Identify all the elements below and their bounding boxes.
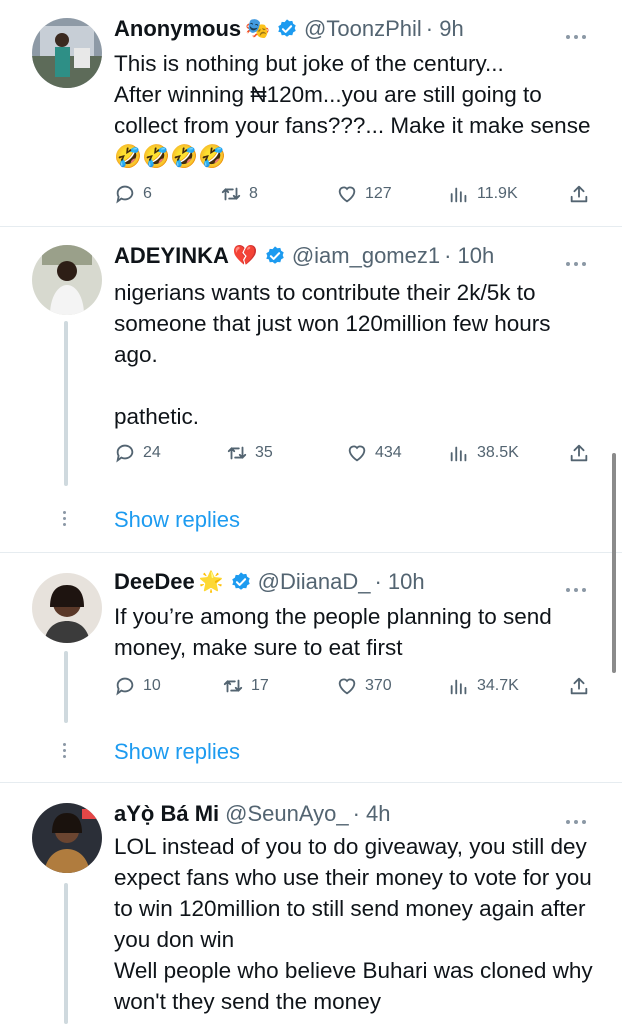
name-emoji: 🎭	[245, 18, 271, 40]
avatar[interactable]	[32, 573, 102, 643]
retweet-icon	[221, 187, 241, 201]
like-count: 434	[375, 444, 402, 461]
retweet-button[interactable]: 17	[222, 675, 269, 697]
share-icon	[570, 444, 588, 462]
author-name[interactable]: DeeDee	[114, 569, 195, 595]
views-count: 38.5K	[477, 444, 519, 461]
tweet-text: LOL instead of you to do giveaway, you s…	[114, 834, 593, 1014]
retweet-count: 8	[249, 185, 258, 202]
tweet-actions: 10 17 370 34.7K	[114, 675, 594, 701]
show-replies-link[interactable]: Show replies	[114, 507, 240, 533]
views-count: 11.9K	[477, 185, 518, 202]
reply-button[interactable]: 24	[114, 442, 161, 464]
more-options-icon[interactable]	[566, 253, 590, 266]
author-handle[interactable]: @SeunAyo_	[225, 801, 348, 827]
reply-count: 6	[143, 185, 152, 202]
more-options-icon[interactable]	[566, 579, 590, 592]
tweet-4[interactable]: aYọ̀ Bá Mi @SeunAyo_ · 4h LOL instead of…	[0, 783, 622, 1024]
more-options-icon[interactable]	[566, 811, 590, 824]
author-name[interactable]: Anonymous	[114, 16, 241, 42]
share-icon	[570, 185, 588, 203]
views-button[interactable]: 38.5K	[448, 442, 519, 464]
thread-line	[64, 883, 68, 1024]
reply-button[interactable]: 6	[114, 183, 152, 205]
tweet-3[interactable]: DeeDee 🌟 @DiianaD_ · 10h If you’re among…	[0, 553, 622, 781]
verified-badge-icon	[231, 572, 250, 590]
tweet-time[interactable]: · 10h	[444, 243, 494, 269]
avatar[interactable]	[32, 245, 102, 315]
views-count: 34.7K	[477, 677, 519, 694]
like-count: 127	[365, 185, 392, 202]
show-replies-link[interactable]: Show replies	[114, 739, 240, 765]
author-handle[interactable]: @iam_gomez1	[292, 243, 440, 269]
reply-icon	[116, 185, 134, 204]
tweet-text: If you’re among the people planning to s…	[114, 604, 559, 660]
tweet-text: This is nothing but joke of the century.…	[114, 51, 591, 169]
tweet-time[interactable]: · 10h	[374, 569, 424, 595]
retweet-count: 35	[255, 444, 273, 461]
share-button[interactable]	[568, 442, 590, 464]
tweet-2[interactable]: ADEYINKA 💔 @iam_gomez1 · 10h nigerians w…	[0, 227, 622, 551]
thread-dots	[63, 511, 67, 529]
retweet-icon	[227, 446, 247, 460]
views-icon	[450, 679, 467, 695]
reply-icon	[116, 444, 134, 463]
views-icon	[450, 446, 467, 462]
retweet-button[interactable]: 35	[226, 442, 273, 464]
views-button[interactable]: 34.7K	[448, 675, 519, 697]
views-icon	[450, 187, 467, 203]
avatar[interactable]	[32, 18, 102, 88]
share-button[interactable]	[568, 183, 590, 205]
verified-badge-icon	[278, 19, 296, 37]
share-icon	[570, 677, 588, 695]
retweet-icon	[223, 679, 243, 693]
like-icon	[348, 445, 366, 462]
author-name[interactable]: ADEYINKA	[114, 243, 229, 269]
views-button[interactable]: 11.9K	[448, 183, 518, 205]
thread-line	[64, 321, 68, 486]
author-handle[interactable]: @ToonzPhil	[304, 16, 422, 42]
avatar[interactable]	[32, 803, 102, 873]
retweet-button[interactable]: 8	[220, 183, 258, 205]
reply-icon	[116, 677, 134, 696]
reply-button[interactable]: 10	[114, 675, 161, 697]
like-icon	[338, 186, 356, 203]
tweet-text: nigerians wants to contribute their 2k/5…	[114, 280, 551, 429]
reply-count: 24	[143, 444, 161, 461]
like-button[interactable]: 127	[336, 183, 392, 205]
tweet-actions: 6 8 127 11.9K	[114, 183, 594, 209]
tweet-actions: 24 35 434 38.5K	[114, 442, 594, 468]
author-handle[interactable]: @DiianaD_	[258, 569, 371, 595]
tweet-time[interactable]: · 9h	[426, 16, 464, 42]
more-options-icon[interactable]	[566, 26, 590, 39]
reply-count: 10	[143, 677, 161, 694]
verified-badge-icon	[266, 246, 284, 264]
tweet-1[interactable]: Anonymous 🎭 @ToonzPhil · 9h This is noth…	[0, 0, 622, 224]
like-icon	[338, 678, 356, 695]
name-emoji: 💔	[232, 245, 258, 267]
like-count: 370	[365, 677, 392, 694]
tweet-time[interactable]: · 4h	[353, 801, 391, 827]
thread-dots	[63, 743, 67, 761]
name-emoji: 🌟	[198, 571, 224, 593]
like-button[interactable]: 370	[336, 675, 392, 697]
like-button[interactable]: 434	[346, 442, 402, 464]
author-name[interactable]: aYọ̀ Bá Mi	[114, 801, 219, 827]
thread-line	[64, 651, 68, 723]
share-button[interactable]	[568, 675, 590, 697]
retweet-count: 17	[251, 677, 269, 694]
scrollbar[interactable]	[612, 453, 616, 673]
